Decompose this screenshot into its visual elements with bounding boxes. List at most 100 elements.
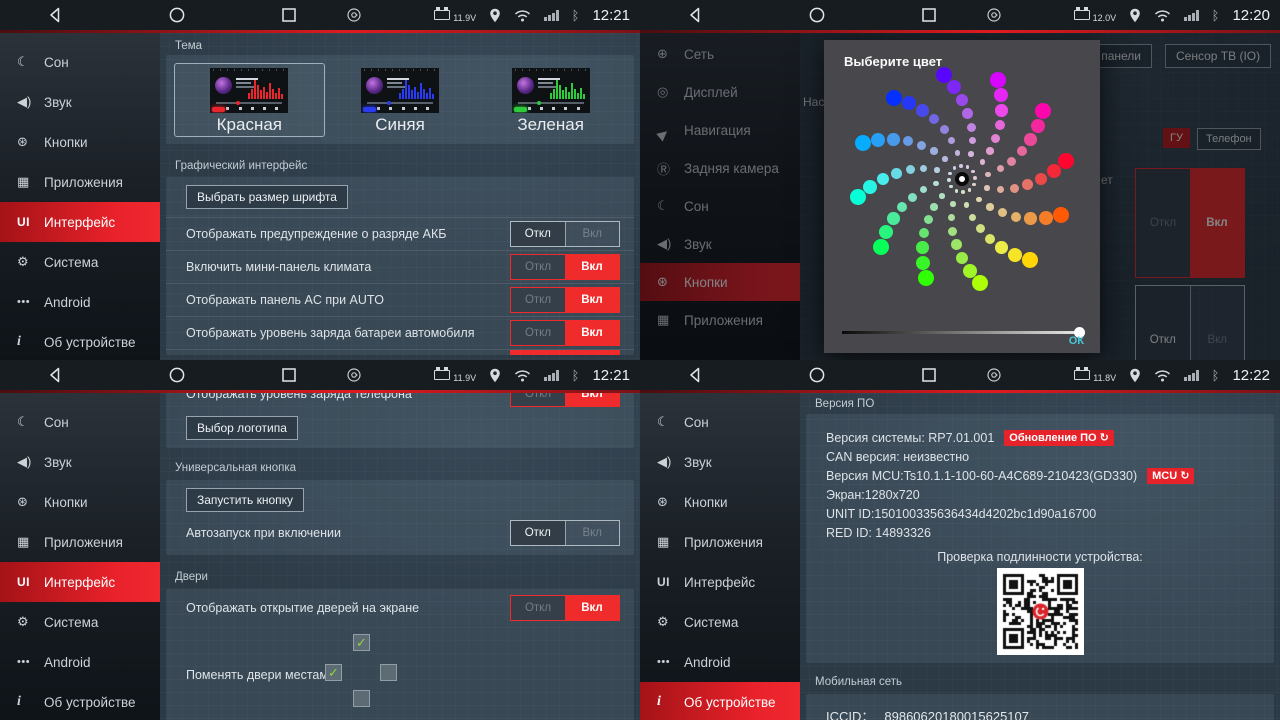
door-checkbox-right[interactable] xyxy=(380,664,397,681)
sidebar-item-сон[interactable]: ☾Сон xyxy=(0,402,160,442)
sidebar-item-android[interactable]: •••Android xyxy=(640,642,800,682)
color-dot[interactable] xyxy=(924,215,933,224)
color-dot[interactable] xyxy=(940,125,949,134)
color-dot[interactable] xyxy=(973,176,977,180)
color-dot[interactable] xyxy=(948,137,955,144)
color-dot[interactable] xyxy=(966,165,970,169)
toggle-off[interactable]: ОтклВкл xyxy=(510,520,620,546)
toggle-on-option[interactable]: Вкл xyxy=(565,222,620,246)
toggle-off[interactable]: ОтклВкл xyxy=(510,221,620,247)
color-dot[interactable] xyxy=(917,141,926,150)
color-dot[interactable] xyxy=(948,227,957,236)
sidebar-item-об-устройстве[interactable]: iОб устройстве xyxy=(0,322,160,360)
sidebar-item-об-устройстве[interactable]: iОб устройстве xyxy=(0,682,160,720)
sidebar-item-android[interactable]: •••Android xyxy=(0,282,160,322)
toggle-on[interactable]: ОтклВкл xyxy=(510,393,620,407)
home-button[interactable] xyxy=(168,6,186,24)
sidebar-item-android[interactable]: •••Android xyxy=(0,642,160,682)
color-dot[interactable] xyxy=(968,151,974,157)
theme-card-selected[interactable]: Красная xyxy=(174,63,325,137)
color-dot[interactable] xyxy=(995,104,1007,116)
recents-button[interactable] xyxy=(920,366,938,384)
sidebar-item-кнопки[interactable]: ⊛Кнопки xyxy=(0,122,160,162)
toggle-off-option[interactable]: Откл xyxy=(511,393,565,406)
toggle-on[interactable]: ОтклВкл xyxy=(510,254,620,280)
toggle-on-option[interactable]: Вкл xyxy=(565,288,619,312)
color-dot[interactable] xyxy=(939,193,945,199)
color-dot[interactable] xyxy=(1058,153,1074,169)
back-button[interactable] xyxy=(686,6,704,24)
color-dot[interactable] xyxy=(986,147,993,154)
color-dot[interactable] xyxy=(971,170,975,174)
toggle-off-option[interactable]: Откл xyxy=(511,288,565,312)
sidebar-item-интерфейс[interactable]: UIИнтерфейс xyxy=(0,202,160,242)
color-dot[interactable] xyxy=(930,147,937,154)
color-dot[interactable] xyxy=(950,201,956,207)
door-checkbox-top[interactable]: ✓ xyxy=(353,634,370,651)
door-checkbox-left[interactable]: ✓ xyxy=(325,664,342,681)
color-dot[interactable] xyxy=(920,165,927,172)
color-dot[interactable] xyxy=(961,190,965,194)
recents-button[interactable] xyxy=(920,6,938,24)
sidebar-item-приложения[interactable]: ▦Приложения xyxy=(640,522,800,562)
color-dot[interactable] xyxy=(850,189,866,205)
color-dot[interactable] xyxy=(959,164,963,168)
toggle-on[interactable]: ОтклВкл xyxy=(510,287,620,313)
color-dot[interactable] xyxy=(968,188,972,192)
home-button[interactable] xyxy=(808,6,826,24)
color-dot[interactable] xyxy=(1022,179,1033,190)
color-dot[interactable] xyxy=(1017,146,1028,157)
logo-select-button[interactable]: Выбор логотипа xyxy=(186,416,298,440)
color-dot[interactable] xyxy=(933,181,939,187)
color-dot[interactable] xyxy=(997,186,1004,193)
home-button[interactable] xyxy=(168,366,186,384)
color-dot[interactable] xyxy=(948,214,955,221)
color-dot[interactable] xyxy=(1010,184,1019,193)
color-dot[interactable] xyxy=(897,202,908,213)
color-dot[interactable] xyxy=(916,104,928,116)
sidebar-item-система[interactable]: ⚙Система xyxy=(0,242,160,282)
color-dot[interactable] xyxy=(969,214,976,221)
back-button[interactable] xyxy=(46,6,64,24)
color-dot[interactable] xyxy=(1024,212,1036,224)
toggle-off-option[interactable]: Откл xyxy=(511,596,565,620)
color-dot[interactable] xyxy=(1011,212,1022,223)
color-dot[interactable] xyxy=(930,203,937,210)
theme-card-option[interactable]: Синяя xyxy=(325,64,476,136)
ok-button[interactable]: ОК xyxy=(1069,335,1084,347)
brightness-slider[interactable] xyxy=(842,331,1082,334)
color-dot[interactable] xyxy=(863,180,877,194)
color-dot[interactable] xyxy=(920,186,927,193)
color-selector[interactable] xyxy=(955,172,969,186)
color-dot[interactable] xyxy=(949,185,953,189)
color-dot[interactable] xyxy=(903,136,914,147)
color-dot[interactable] xyxy=(918,270,934,286)
color-dot[interactable] xyxy=(1008,248,1022,262)
back-button[interactable] xyxy=(46,366,64,384)
color-dot[interactable] xyxy=(942,156,948,162)
color-dot[interactable] xyxy=(984,185,990,191)
color-dot[interactable] xyxy=(985,172,991,178)
sidebar-item-сон[interactable]: ☾Сон xyxy=(0,42,160,82)
color-dot[interactable] xyxy=(969,137,976,144)
color-dot[interactable] xyxy=(873,239,889,255)
color-dot[interactable] xyxy=(887,212,899,224)
color-dot[interactable] xyxy=(902,96,916,110)
color-dot[interactable] xyxy=(956,94,968,106)
theme-card-option[interactable]: Зеленая xyxy=(475,64,626,136)
recents-button[interactable] xyxy=(280,366,298,384)
color-dot[interactable] xyxy=(991,134,1000,143)
color-dot[interactable] xyxy=(976,224,985,233)
color-dot[interactable] xyxy=(871,133,885,147)
color-dot[interactable] xyxy=(994,88,1008,102)
color-dot[interactable] xyxy=(1035,103,1051,119)
color-dot[interactable] xyxy=(887,133,899,145)
color-dot[interactable] xyxy=(998,208,1007,217)
toggle-on-option[interactable]: Вкл xyxy=(565,521,620,545)
color-dot[interactable] xyxy=(1053,207,1069,223)
color-dot[interactable] xyxy=(908,193,917,202)
color-dot[interactable] xyxy=(980,159,986,165)
sidebar-item-система[interactable]: ⚙Система xyxy=(0,602,160,642)
toggle-on-option[interactable]: Вкл xyxy=(565,393,619,406)
color-dot[interactable] xyxy=(855,135,871,151)
